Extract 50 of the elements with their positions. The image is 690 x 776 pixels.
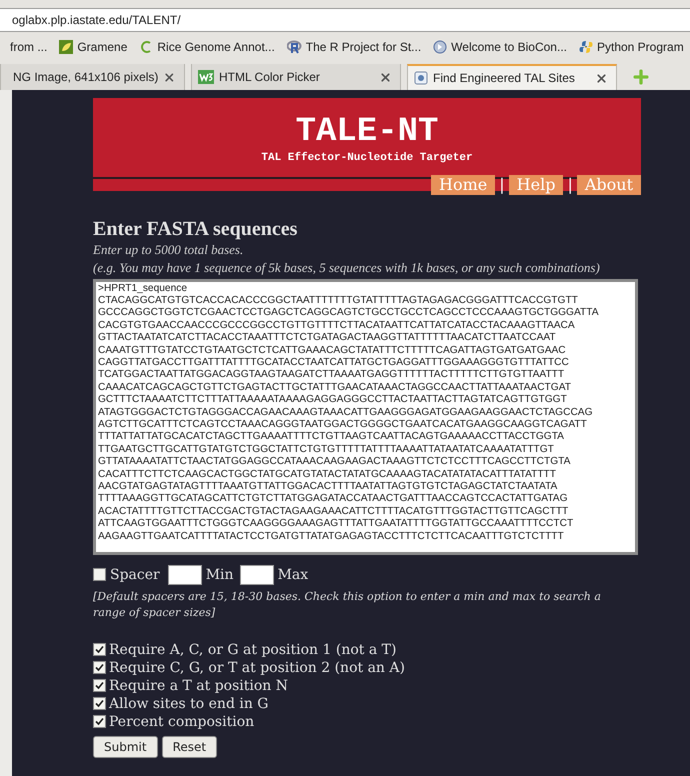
checkbox-label: Require A, C, or G at position 1 (not a T) — [109, 640, 396, 658]
checkbox[interactable] — [93, 568, 106, 581]
checkbox[interactable] — [93, 661, 106, 674]
site-title: TALE-NT — [296, 114, 438, 150]
checkbox-label: Spacer — [110, 566, 160, 584]
disc-icon — [433, 40, 448, 54]
site-subtitle: TAL Effector-Nucleotide Targeter — [261, 150, 473, 166]
bookmark[interactable]: from ... — [10, 38, 48, 56]
close-icon[interactable] — [379, 70, 392, 84]
page-icon — [414, 71, 428, 85]
min-field[interactable] — [168, 564, 202, 584]
tab-label: HTML Color Picker — [219, 69, 321, 86]
ring-icon — [139, 40, 154, 54]
tab-label: Find Engineered TAL Sites — [433, 70, 576, 87]
field-label: Min — [206, 566, 234, 584]
bookmark[interactable]: Gramene — [59, 38, 128, 56]
leaf-icon — [59, 40, 74, 54]
spacer-note: [Default spacers are 15, 18-30 bases. Check this option to enter a min and max to search a range of spacer sizes] — [93, 588, 602, 620]
browser-tab[interactable]: NG Image, 641x106 pixels) — [0, 64, 185, 90]
checkbox[interactable] — [93, 715, 106, 728]
checkbox-label: Require C, G, or T at position 2 (not an A) — [109, 658, 405, 676]
w3-logo-icon — [198, 70, 214, 84]
section-heading: Enter FASTA sequences — [93, 216, 298, 240]
nav-separator: | — [499, 174, 505, 194]
checkbox[interactable] — [93, 697, 106, 710]
bookmark[interactable]: Rice Genome Annot... — [139, 38, 275, 56]
browser-tab[interactable]: Find Engineered TAL Sites — [407, 64, 617, 90]
bookmark[interactable]: Welcome to BioCon... — [433, 38, 567, 56]
python-logo-icon — [578, 40, 593, 54]
address-bar[interactable]: oglabx.plp.iastate.edu/TALENT/ — [0, 8, 690, 32]
field-label: Max — [278, 566, 308, 584]
max-field[interactable] — [240, 564, 274, 584]
bookmark[interactable]: The R Project for St... — [286, 38, 422, 56]
nav-separator: | — [567, 174, 573, 194]
checkbox[interactable] — [93, 679, 106, 692]
example-text: (e.g. You may have 1 sequence of 5k bases, 5 sequences with 1k bases, or any such combinations) — [93, 258, 601, 276]
tab-label: NG Image, 641x106 pixels) — [13, 69, 158, 86]
hint-text: Enter up to 5000 total bases. — [93, 240, 244, 258]
r-logo-icon — [286, 40, 302, 54]
close-icon[interactable] — [595, 72, 608, 84]
sequence-field[interactable]: >HPRT1_sequence CTACAGGCATGTGTCACCACACCCGGCTAATTTTTTTGTATTTTTAGTAGAGACGGGATTTCACCGTGTT GCCCAGGCTGGTCTCGAACTCCTGAGCTCAGGCAGTCTGCCTGCCTCAGCCTCCCAAAGTGCTGGGATTA CACGTGTGAACCAACCCGCCCGGCCTGTTGTTTTCTTACATAATTCATTATCATACCTACAAAGTTAACA GTTACTAATATCATCTTACACCTAAATTTCTCTGATAGACTAAGGTTATTTTTTAACATCTTAATCCAAT CAAATGTTTGTATCCTGTAATGCTCTCATTGAAACAGCTATATTTCTTTTTCAGATTAGTGATGATGAAC CAGGTTATGACCTTGATTTATTTTGCATACCTAATCATTATGCTGAGGATTTGGAAAGGGTGTTTATTCC TCATGGACTAATTATGGACAGGTAAGTAAGATCTTAAAATGAGGTTTTTTACTTTTTCTTGTGTTAATTT CAAACATCAGCAGCTGTTCTGAGTACTTGCTATTTGAACATAAACTAGGCCAACTTATTAAATAACTGAT GCTTTCTAAAATCTTCTTTATTAAAAATAAAAGAGGAGGGCCTTACTAATTACTTAGTATCAGTTGTGGT ATAGTGGGACTCTGTAGGGACCAGAACAAAGTAAACATTGAAGGGAGATGGAAGAAGGAACTCTAGCCAG AGTCTTGCATTTCTCAGTCCTAAACAGGGTAATGGACTGGGGCTGAATCACATGAAGGCAAGGTCAGATT TTTATTATTATGCACATCTAGCTTGAAAATTTTCTGTTAAGTCAATTACAGTGAAAAACCTTACCTGGTA TTGAATGCTTGCATTGTATGTCTGGCTATTCTGTGTTTTTATTTTAAAATTATAATATCAAAATATTTGT GTTATAAAATATTCTAACTATGGAGGCCATAAACAAGAAGACTAAAGTTCTCTCCTTTCAGCCTTCTGTA CACATTTCTTCTCAAGCACTGGCTATGCATGTATACTATATGCAAAAGTACATATATACATTTATATTTT AACGTATGAGTATAGTTTTAAATGTTATTGGACACTTTTAATATTAGTGTGTCTAGAGCTATCTAATATA TTTTAAAGGTTGCATAGCATTCTGTCTTATGGAGATACCATAACTGATTTAACCAGTCCACTATTGATAG ACACTATTTTGTTCTTACCGACTGTACTAGAAGAAACATTCTTTTACATGTTTGGTACTTGTTCAGCTTT ATTCAAGTGGAATTTCTGGGTCAAGGGGAAAGAGTTTATTGAATATTTTGGTATTGCCAAATTTTCCTCT AAGAAGTTGAATCATTTTATACTCCTGATGTTATATGAGAGTACCTTTCTCTTCACAATTTGTCTCTTTT — [93, 278, 638, 554]
bookmark[interactable]: Python Program — [578, 38, 684, 56]
close-icon[interactable] — [163, 70, 176, 84]
checkbox[interactable] — [93, 643, 106, 656]
checkbox-label: Allow sites to end in G — [109, 694, 268, 712]
submit-button[interactable]: Submit — [93, 736, 158, 758]
reset-button[interactable]: Reset — [162, 736, 218, 758]
checkbox-label: Percent composition — [109, 712, 254, 730]
browser-tab[interactable]: HTML Color Picker — [191, 64, 401, 90]
checkbox-label: Require a T at position N — [109, 676, 288, 694]
